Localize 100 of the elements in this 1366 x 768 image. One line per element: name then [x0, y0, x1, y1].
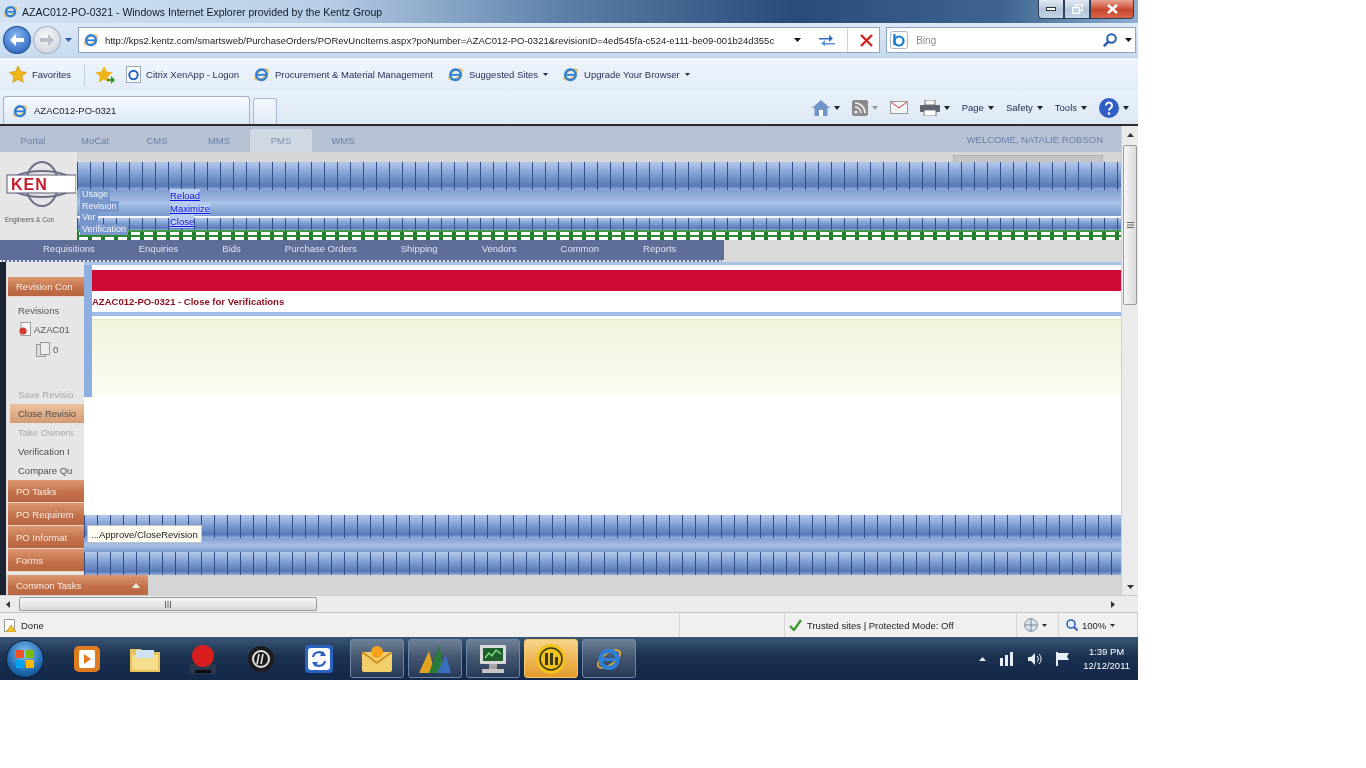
menu-item[interactable]: Shipping: [400, 243, 438, 254]
menu-link[interactable]: Maximize: [170, 202, 211, 215]
warning-icon: [4, 618, 16, 632]
browser-tab[interactable]: AZAC012-PO-0321: [3, 96, 250, 124]
panel-header[interactable]: PO Tasks: [8, 480, 84, 503]
taskbar-app-button[interactable]: [466, 639, 520, 678]
menu-item[interactable]: Purchase Orders: [284, 243, 357, 254]
favorites-button[interactable]: Favorites: [6, 64, 75, 85]
check-icon: [789, 619, 802, 631]
play-icon[interactable]: [74, 645, 100, 672]
round-logo-icon[interactable]: [248, 645, 274, 672]
favorite-link[interactable]: Citrix XenApp - Logon: [123, 64, 243, 85]
nav-tab[interactable]: Portal: [2, 129, 64, 152]
browser-icon: [253, 66, 271, 83]
taskbar-app-button[interactable]: [350, 639, 404, 678]
nav-tab[interactable]: MoCat: [64, 129, 126, 152]
record-icon[interactable]: [189, 643, 217, 674]
caret-up-icon: [1126, 132, 1134, 137]
chart-icon[interactable]: [419, 644, 451, 673]
home-icon[interactable]: [811, 99, 830, 116]
help-button[interactable]: [1096, 95, 1132, 120]
caret-down-icon: [794, 38, 802, 42]
menu-item[interactable]: Reports: [643, 243, 677, 254]
favorite-link[interactable]: Procurement & Material Management: [250, 64, 436, 85]
caret-down-icon: [1110, 623, 1116, 627]
search-input[interactable]: Bing: [916, 31, 1095, 49]
scrollbar-thumb[interactable]: [19, 597, 317, 611]
arrow-right-icon: [39, 34, 54, 46]
favorite-link[interactable]: Suggested Sites: [443, 64, 552, 85]
tree-item[interactable]: AZAC01: [34, 323, 70, 335]
b-logo-icon: [890, 31, 909, 49]
nav-tab[interactable]: WMS: [312, 129, 374, 152]
task-item[interactable]: Close Revisio: [10, 404, 84, 423]
refresh-icon: [819, 34, 836, 46]
tree-heading: Revisions: [18, 305, 60, 317]
monitor-icon[interactable]: [478, 644, 508, 673]
address-field[interactable]: http://kps2.kentz.com/smartsweb/PurchaseOrders/PORevUncItems.aspx?poNumber=AZAC012-PO-0321&revisionID=4ed545fa-c524-e111-be09-001b24d355c: [77, 27, 881, 53]
restore-button[interactable]: [1064, 0, 1090, 19]
browser-icon: [3, 4, 18, 19]
star-add-icon[interactable]: [95, 65, 116, 84]
dialog-title: AZAC012-PO-0321 - Close for Verifications: [92, 295, 285, 309]
favorite-link[interactable]: Upgrade Your Browser: [559, 64, 693, 85]
menu-button[interactable]: Safety: [1002, 100, 1046, 115]
panel-header[interactable]: Common Tasks: [8, 575, 148, 595]
feed-icon[interactable]: [851, 99, 868, 116]
minimized-window[interactable]: ...Approve/CloseRevision: [87, 525, 202, 543]
grip-icon: [1126, 222, 1134, 228]
zone-text: Trusted sites | Protected Mode: Off: [807, 619, 954, 631]
loop-icon[interactable]: [305, 644, 333, 673]
menu-label: Usage: [80, 189, 110, 201]
menu-item[interactable]: Common: [560, 243, 600, 254]
taskbar-app-button[interactable]: [524, 639, 578, 678]
tray-button[interactable]: [1054, 649, 1072, 668]
search-box[interactable]: Bing: [886, 27, 1136, 53]
menu-button[interactable]: Page: [958, 100, 997, 115]
menu-item[interactable]: Requisitions: [43, 243, 95, 254]
task-item[interactable]: Compare Qu: [10, 461, 84, 480]
minimize-icon: [1046, 7, 1056, 11]
panel-header[interactable]: PO Informat: [8, 526, 84, 549]
start-logo-icon: [16, 649, 34, 668]
back-button[interactable]: [3, 26, 31, 54]
page-icon: [126, 66, 142, 83]
start-button[interactable]: [6, 639, 44, 678]
task-item[interactable]: Verification I: [10, 442, 84, 461]
welcome-text: WELCOME, NATALIE ROBSON: [966, 133, 1103, 145]
caret-down-icon: [1042, 623, 1047, 627]
panel-header[interactable]: Revision Con: [8, 277, 84, 297]
pages-icon: [36, 341, 50, 357]
coin-icon[interactable]: [536, 643, 566, 674]
close-button[interactable]: [1090, 0, 1134, 19]
envelope-icon[interactable]: [362, 645, 392, 672]
menu-button[interactable]: Tools: [1051, 100, 1090, 115]
help-icon[interactable]: [1099, 97, 1119, 118]
scrollbar-thumb[interactable]: [1123, 145, 1137, 305]
panel-header[interactable]: PO Requirem: [8, 503, 84, 526]
search-icon[interactable]: [1103, 33, 1117, 47]
arrow-right-icon: [1111, 600, 1115, 608]
tree-item[interactable]: 0: [53, 343, 59, 355]
tray-expand-button[interactable]: [977, 654, 989, 663]
url-text: http://kps2.kentz.com/smartsweb/PurchaseOrders/PORevUncItems.aspx?poNumber=AZAC012-PO-0321&revisionID=4ed545fa-c524-e111-be09-001b24d355c: [104, 34, 776, 46]
menu-item[interactable]: Vendors: [481, 243, 517, 254]
caret-down-icon: [1126, 584, 1134, 589]
document-icon: [19, 322, 31, 336]
nav-tab[interactable]: PMS: [250, 129, 312, 152]
nav-tab[interactable]: CMS: [126, 129, 188, 152]
panel-header[interactable]: Forms: [8, 549, 84, 572]
menu-link[interactable]: Reload: [170, 189, 201, 202]
arrow-left-icon: [10, 34, 24, 46]
close-icon: [1106, 4, 1118, 14]
minimize-button[interactable]: [1038, 0, 1064, 19]
menu-item[interactable]: Bids: [222, 243, 241, 254]
input-field[interactable]: [953, 155, 1103, 162]
printer-icon[interactable]: [919, 99, 940, 116]
menu-link[interactable]: Close: [170, 215, 195, 228]
nav-tab[interactable]: MMS: [188, 129, 250, 152]
clock[interactable]: 1:39 PM 12/12/2011: [1081, 644, 1132, 673]
menu-item[interactable]: Enquiries: [138, 243, 179, 254]
zoom-button[interactable]: 100%: [1063, 618, 1119, 632]
status-text: Done: [21, 619, 44, 631]
browser-icon: [82, 32, 99, 48]
